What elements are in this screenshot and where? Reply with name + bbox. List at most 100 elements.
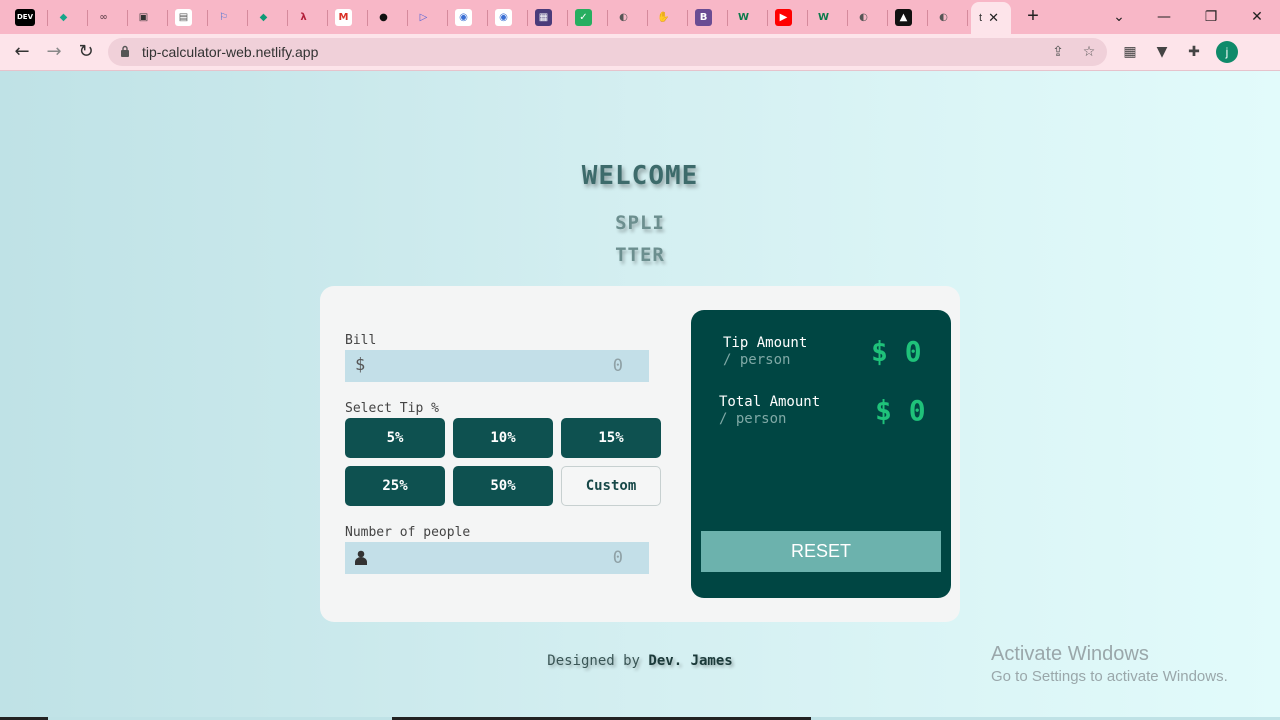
browser-tab[interactable]: ▷	[408, 4, 448, 30]
globe-icon: ◐	[615, 8, 632, 26]
bill-value: 0	[612, 356, 623, 376]
close-tab-icon[interactable]: ✕	[988, 10, 999, 26]
browser-tab[interactable]: ✋	[648, 4, 688, 30]
globe-icon: ◐	[935, 8, 952, 26]
bill-input[interactable]: $ 0	[345, 350, 649, 382]
triangle-circle-icon: ▲	[895, 8, 912, 26]
browser-tab[interactable]: ◉	[488, 4, 528, 30]
tip-10-button[interactable]: 10%	[453, 418, 553, 458]
globe-icon: ◐	[855, 8, 872, 26]
page-viewport: WELCOME SPLI TTER Bill $ 0 Select Tip % …	[0, 71, 1280, 720]
extension-grid-icon[interactable]: ▦	[1120, 42, 1140, 62]
w-icon: W	[735, 8, 752, 26]
browser-tab[interactable]: DEV	[8, 4, 48, 30]
bill-label: Bill	[345, 333, 377, 348]
people-value: 0	[612, 548, 623, 568]
browser-tab[interactable]: ▦	[528, 4, 568, 30]
profile-avatar[interactable]: j	[1216, 41, 1238, 63]
browser-toolbar: ← → ↻ tip-calculator-web.netlify.app ⇪ ☆…	[0, 34, 1280, 71]
tip-amount-value: $ 0	[871, 335, 922, 368]
footer-author: Dev. James	[648, 653, 733, 669]
extensions-puzzle-icon[interactable]: ✚	[1184, 42, 1204, 62]
flag-icon: ⚐	[215, 8, 232, 26]
browser-tab[interactable]: ◉	[448, 4, 488, 30]
back-button[interactable]: ←	[10, 40, 34, 64]
calculator-card: Bill $ 0 Select Tip % 5% 10% 15% 25% 50%…	[320, 286, 960, 622]
logo-line-1: SPLI	[615, 212, 665, 234]
browser-tab[interactable]: ◆	[48, 4, 88, 30]
tip-amount-title: Tip Amount	[723, 335, 808, 351]
w-icon: W	[815, 8, 832, 26]
circle-dot-icon: ◉	[495, 8, 512, 26]
tip-25-button[interactable]: 25%	[345, 466, 445, 506]
custom-tip-input[interactable]: Custom	[561, 466, 661, 506]
tip-15-button[interactable]: 15%	[561, 418, 661, 458]
share-icon[interactable]: ⇪	[1048, 42, 1068, 62]
browser-tab[interactable]: ▲	[888, 4, 928, 30]
reset-button[interactable]: RESET	[701, 531, 941, 572]
github-icon: ●	[375, 8, 392, 26]
url-text: tip-calculator-web.netlify.app	[142, 44, 319, 60]
people-input[interactable]: 0	[345, 542, 649, 574]
browser-tab[interactable]: M	[328, 4, 368, 30]
restore-button[interactable]: ❐	[1196, 6, 1226, 28]
browser-tab[interactable]: ◐	[928, 4, 968, 30]
circle-dot-icon: ◉	[455, 8, 472, 26]
browser-tab[interactable]: ●	[368, 4, 408, 30]
tab-strip: DEV ◆ ∞ ▣ ▤ ⚐ ◆ λ M ● ▷ ◉ ◉ ▦ ✓ ◐ ✋ B W ▶ W ◐ ▲ ◐	[0, 0, 1280, 34]
youtube-icon: ▶	[775, 8, 792, 26]
b-icon: B	[695, 8, 712, 26]
close-window-button[interactable]: ✕	[1242, 6, 1272, 28]
tip-select-label: Select Tip %	[345, 401, 439, 416]
people-label: Number of people	[345, 525, 471, 540]
total-amount-title: Total Amount	[719, 394, 821, 410]
play-icon: ▷	[415, 8, 432, 26]
tab-separator	[967, 10, 968, 26]
activate-windows-title: Activate Windows	[991, 643, 1149, 665]
logo-line-2: TTER	[615, 244, 665, 266]
browser-tab[interactable]: ▣	[128, 4, 168, 30]
hand-icon: ✋	[655, 8, 672, 26]
browser-tab[interactable]: ▤	[168, 4, 208, 30]
browser-tab[interactable]: ⚐	[208, 4, 248, 30]
browser-tab[interactable]: B	[688, 4, 728, 30]
scribble-icon: λ	[295, 8, 312, 26]
result-panel: Tip Amount / person $ 0 Total Amount / p…	[691, 310, 951, 598]
welcome-heading: WELCOME	[581, 161, 699, 191]
browser-tab[interactable]: ◐	[608, 4, 648, 30]
browser-tab[interactable]: W	[728, 4, 768, 30]
total-amount-subtitle: / person	[719, 411, 787, 427]
page-icon: ▤	[175, 8, 192, 26]
tab-search-chevron-icon[interactable]: ⌄	[1104, 6, 1134, 28]
total-amount-value: $ 0	[875, 394, 926, 427]
browser-tab[interactable]: ◆	[248, 4, 288, 30]
new-tab-button[interactable]: +	[1023, 6, 1043, 27]
activate-windows-subtitle: Go to Settings to activate Windows.	[991, 668, 1228, 685]
dollar-icon: $	[355, 355, 366, 375]
minimize-button[interactable]: —	[1149, 6, 1179, 28]
diamond-icon: ◆	[255, 8, 272, 26]
tip-amount-subtitle: / person	[723, 352, 791, 368]
vue-devtools-icon[interactable]: ▼	[1152, 42, 1172, 62]
reload-button[interactable]: ↻	[74, 40, 98, 64]
browser-tab[interactable]: ✓	[568, 4, 608, 30]
camera-icon: ▣	[135, 8, 152, 26]
tip-50-button[interactable]: 50%	[453, 466, 553, 506]
glasses-icon: ∞	[95, 8, 112, 26]
active-tab[interactable]: t ✕	[971, 2, 1011, 34]
footer-prefix: Designed by	[547, 653, 640, 669]
person-icon	[355, 550, 367, 565]
active-tab-label: t	[979, 12, 983, 24]
browser-tab[interactable]: ◐	[848, 4, 888, 30]
browser-tab[interactable]: ▶	[768, 4, 808, 30]
tip-5-button[interactable]: 5%	[345, 418, 445, 458]
diamond-icon: ◆	[55, 8, 72, 26]
bookmark-star-icon[interactable]: ☆	[1079, 42, 1099, 62]
browser-tab[interactable]: ∞	[88, 4, 128, 30]
browser-tab[interactable]: W	[808, 4, 848, 30]
browser-tab[interactable]: λ	[288, 4, 328, 30]
address-bar[interactable]: tip-calculator-web.netlify.app ⇪ ☆	[108, 38, 1107, 66]
forward-button[interactable]: →	[42, 40, 66, 64]
dev-icon: DEV	[15, 8, 35, 26]
gmail-icon: M	[335, 8, 352, 26]
